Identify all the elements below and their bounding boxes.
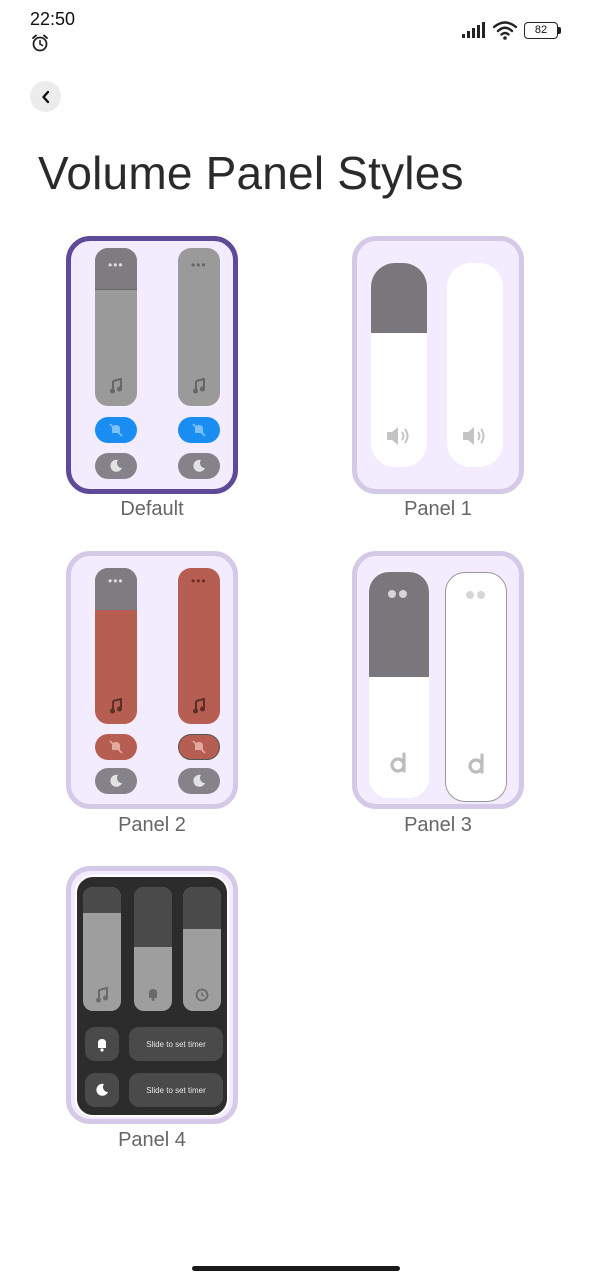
bell-button [85, 1027, 119, 1061]
alarm-icon [195, 988, 209, 1002]
alarm-icon [32, 34, 48, 52]
volume-slider: ••• [178, 568, 220, 724]
bell-icon [98, 1038, 106, 1052]
bell-icon [149, 989, 157, 1001]
style-card-panel-4[interactable]: Slide to set timer Slide to set timer [66, 866, 238, 1124]
bell-off-icon [109, 740, 123, 754]
back-button[interactable] [30, 81, 61, 112]
more-icon: ••• [108, 258, 124, 272]
style-card-panel-3[interactable] [352, 551, 524, 809]
mute-toggle [178, 417, 220, 443]
mute-toggle [95, 417, 137, 443]
style-label-default: Default [120, 498, 184, 520]
audio-d-icon [468, 753, 484, 774]
wifi-icon [493, 21, 517, 40]
moon-icon [193, 774, 205, 787]
speaker-icon [463, 427, 485, 445]
moon-icon [96, 1083, 108, 1096]
speaker-icon [387, 427, 409, 445]
dark-panel: Slide to set timer Slide to set timer [75, 875, 229, 1117]
bell-off-icon [192, 423, 206, 437]
music-note-icon [193, 698, 205, 714]
mute-toggle [178, 734, 220, 760]
battery-icon: 82 [524, 22, 562, 39]
page-title: Volume Panel Styles [38, 147, 464, 199]
music-note-icon [110, 378, 122, 394]
style-card-panel-2[interactable]: ••• ••• [66, 551, 238, 809]
audio-d-icon [390, 752, 406, 773]
more-icon: ••• [191, 258, 207, 272]
timer-slider: Slide to set timer [129, 1027, 223, 1061]
style-label-panel-4: Panel 4 [118, 1129, 186, 1151]
volume-slider: ••• [95, 568, 137, 724]
dnd-toggle [178, 768, 220, 794]
dots-icon [388, 590, 410, 598]
more-icon: ••• [191, 574, 207, 588]
dots-icon [466, 591, 488, 599]
bell-off-icon [109, 423, 123, 437]
home-indicator[interactable] [192, 1266, 400, 1271]
style-card-panel-1[interactable] [352, 236, 524, 494]
volume-slider [447, 263, 503, 467]
style-label-panel-2: Panel 2 [118, 814, 186, 836]
volume-slider [445, 572, 507, 802]
volume-slider [369, 572, 429, 798]
moon-icon [110, 774, 122, 787]
more-icon: ••• [108, 574, 124, 588]
style-card-default[interactable]: ••• ••• [66, 236, 238, 494]
status-time: 22:50 [30, 9, 76, 29]
music-note-icon [96, 987, 108, 1003]
battery-level: 82 [524, 22, 558, 39]
timer-label: Slide to set timer [146, 1085, 206, 1095]
volume-slider [183, 887, 221, 1011]
dnd-toggle [95, 768, 137, 794]
signal-icon [462, 22, 485, 38]
chevron-left-icon [41, 90, 49, 103]
moon-icon [110, 459, 122, 472]
dnd-toggle [178, 453, 220, 479]
style-label-panel-3: Panel 3 [404, 814, 472, 836]
volume-slider: ••• [95, 248, 137, 406]
music-note-icon [110, 698, 122, 714]
volume-slider [134, 887, 172, 1011]
volume-slider [371, 263, 427, 467]
style-label-panel-1: Panel 1 [404, 498, 472, 520]
dnd-toggle [95, 453, 137, 479]
dnd-button [85, 1073, 119, 1107]
mute-toggle [95, 734, 137, 760]
volume-slider: ••• [178, 248, 220, 406]
volume-slider [83, 887, 121, 1011]
moon-icon [193, 459, 205, 472]
music-note-icon [193, 378, 205, 394]
timer-label: Slide to set timer [146, 1039, 206, 1049]
bell-off-icon [192, 740, 206, 754]
timer-slider: Slide to set timer [129, 1073, 223, 1107]
